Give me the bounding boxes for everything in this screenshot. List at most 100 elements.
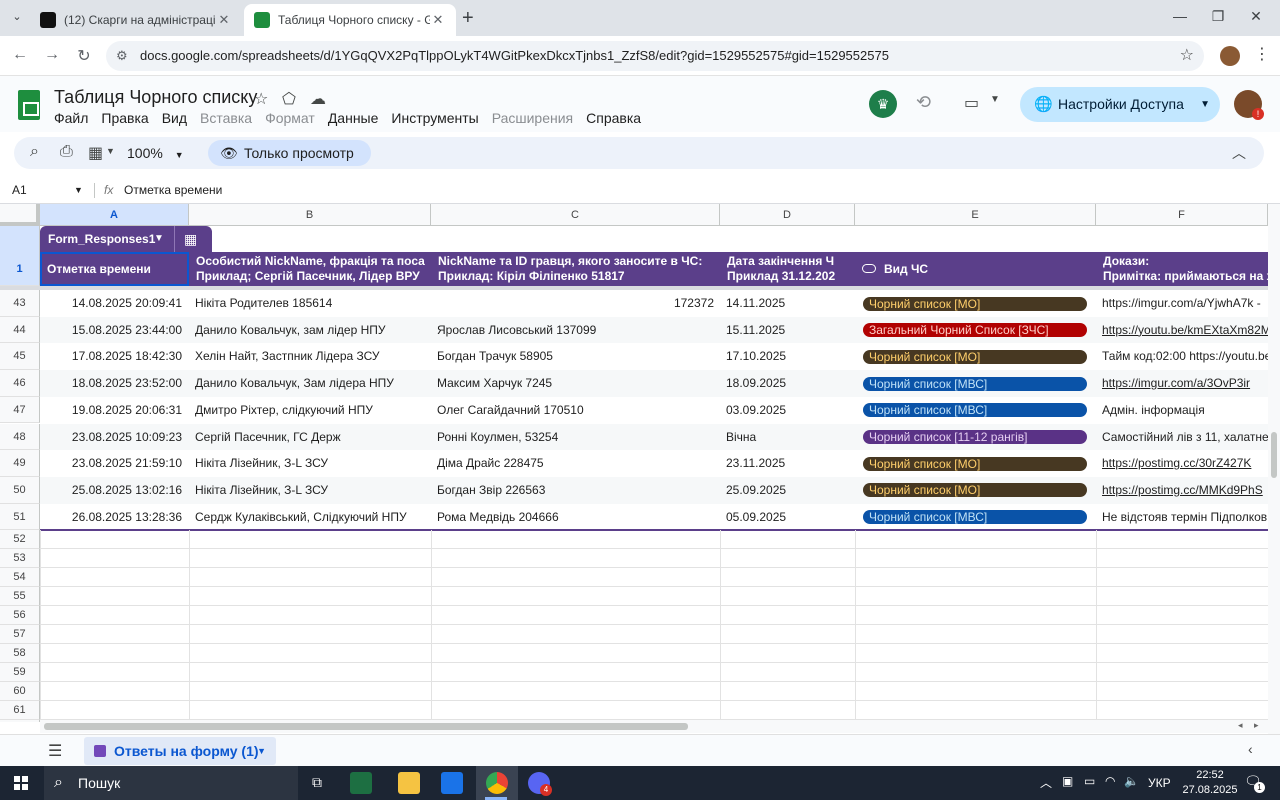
evidence-link[interactable]: https://imgur.com/a/3OvP3ir	[1096, 370, 1268, 397]
menu-data[interactable]: Данные	[328, 110, 379, 126]
header-timestamp[interactable]: Отметка времени	[40, 252, 189, 286]
menu-help[interactable]: Справка	[586, 110, 641, 126]
row-header[interactable]: 43	[0, 290, 40, 317]
chrome-icon[interactable]	[486, 772, 508, 794]
row-header[interactable]: 58	[0, 644, 40, 664]
cell-end-date[interactable]: 14.11.2025	[720, 290, 855, 317]
cell-timestamp[interactable]: 18.08.2025 23:52:00	[40, 370, 189, 397]
table-name-tab[interactable]: Form_Responses1 ▼ ▦	[40, 226, 212, 252]
evidence-link[interactable]: https://postimg.cc/30rZ427K	[1096, 450, 1268, 477]
cell-submitter[interactable]: Данило Ковальчук, Зам лідера НПУ	[189, 370, 431, 397]
column-header-b[interactable]: B	[189, 204, 431, 226]
cell-evidence[interactable]: Тайм код:02:00 https://youtu.be	[1096, 343, 1268, 370]
blacklist-type-chip[interactable]: Чорний список [МО]	[863, 483, 1087, 498]
cell-timestamp[interactable]: 17.08.2025 18:42:30	[40, 343, 189, 370]
cell-submitter[interactable]: Сердж Кулаківський, Слідкуючий НПУ	[189, 504, 431, 531]
row-header[interactable]: 44	[0, 316, 40, 344]
blacklist-type-chip[interactable]: Чорний список [11-12 рангів]	[863, 430, 1087, 444]
scroll-thumb[interactable]	[1271, 432, 1277, 478]
row-header[interactable]: 62	[0, 720, 40, 722]
cell-end-date[interactable]: Вічна	[720, 424, 855, 451]
menu-edit[interactable]: Правка	[101, 110, 148, 126]
scroll-right-arrow-icon[interactable]: ▸	[1254, 720, 1259, 731]
header-blacklist-type[interactable]: Вид ЧС	[855, 252, 1096, 286]
row-header[interactable]: 49	[0, 450, 40, 477]
name-box[interactable]: A1 ▼	[0, 178, 92, 203]
url-field[interactable]: ⚙ docs.google.com/spreadsheets/d/1YGqQVX…	[106, 41, 1204, 71]
formula-input[interactable]: Отметка времени	[124, 178, 1224, 203]
blacklist-type-chip[interactable]: Чорний список [МВС]	[863, 510, 1087, 525]
menu-file[interactable]: Файл	[54, 110, 88, 126]
tab-complaints[interactable]: (12) Скарги на адміністрацію | ✕	[30, 4, 242, 36]
scroll-left-arrow-icon[interactable]: ◂	[1238, 720, 1243, 731]
input-language[interactable]: УКР	[1148, 776, 1171, 790]
row-header[interactable]: 52	[0, 530, 40, 550]
crown-extension-icon[interactable]: ♛	[869, 90, 897, 118]
blacklist-type-chip[interactable]: Загальний Чорний Список [ЗЧС]	[863, 323, 1087, 338]
menu-view[interactable]: Вид	[162, 110, 187, 126]
cell-end-date[interactable]: 17.10.2025	[720, 343, 855, 370]
cell-target-id[interactable]: 172372	[431, 290, 720, 317]
restore-icon[interactable]: ❐	[1208, 8, 1228, 25]
cell-end-date[interactable]: 15.11.2025	[720, 317, 855, 344]
print-icon[interactable]: ⎙	[60, 143, 73, 161]
cell-submitter[interactable]: Нікіта Лізейник, З-L ЗСУ	[189, 477, 431, 504]
blacklist-type-chip[interactable]: Чорний список [МО]	[863, 349, 1087, 364]
document-title[interactable]: Таблиця Чорного списку	[54, 87, 257, 108]
evidence-link[interactable]: https://youtu.be/kmEXtaXm82M	[1096, 317, 1268, 344]
header-evidence[interactable]: Докази: Примітка: приймаються на хо	[1096, 252, 1268, 286]
cell-target[interactable]: Максим Харчук 7245	[431, 370, 720, 397]
tab-close-icon[interactable]: ✕	[430, 12, 446, 28]
column-header-e[interactable]: E	[855, 204, 1096, 226]
share-settings-button[interactable]: 🌐 Настройки Доступа ▼	[1020, 87, 1220, 122]
editor-icon[interactable]	[441, 772, 463, 794]
scroll-thumb[interactable]	[44, 723, 688, 730]
chevron-down-icon[interactable]: ▼	[106, 146, 115, 156]
tray-volume-icon[interactable]: 🔈	[1124, 774, 1139, 788]
blacklist-type-chip[interactable]: Чорний список [МО]	[863, 456, 1087, 471]
row-header[interactable]: 53	[0, 549, 40, 569]
meet-video-icon[interactable]: ▭	[964, 93, 979, 113]
explore-collapse-icon[interactable]: ‹	[1248, 741, 1253, 757]
zoom-select[interactable]: 100% ▼	[127, 145, 184, 161]
horizontal-scrollbar[interactable]: ◂ ▸	[40, 720, 1268, 733]
row-header[interactable]: 59	[0, 663, 40, 683]
minimize-icon[interactable]: —	[1170, 8, 1190, 24]
cell-evidence[interactable]: Не відстояв термін Підполков	[1096, 504, 1268, 531]
cell-timestamp[interactable]: 23.08.2025 10:09:23	[40, 424, 189, 451]
blacklist-type-chip[interactable]: Чорний список [МО]	[863, 296, 1087, 311]
row-header[interactable]: 55	[0, 587, 40, 607]
tray-battery-icon[interactable]: ▭	[1084, 774, 1095, 788]
column-header-a[interactable]: A	[40, 204, 189, 226]
move-to-folder-icon[interactable]: ⬠	[282, 89, 296, 109]
cell-submitter[interactable]: Дмитро Ріхтер, слідкуючий НПУ	[189, 397, 431, 424]
cell-timestamp[interactable]: 14.08.2025 20:09:41	[40, 290, 189, 317]
table-view-icon[interactable]: ▦	[184, 226, 197, 252]
cell-target[interactable]: Богдан Трачук 58905	[431, 343, 720, 370]
meet-dropdown-icon[interactable]: ▼	[990, 94, 1000, 105]
row-header[interactable]: 48	[0, 423, 40, 451]
vertical-scrollbar[interactable]	[1268, 204, 1280, 734]
row-header[interactable]: 51	[0, 503, 40, 531]
sheet-tab-form-responses[interactable]: Ответы на форму (1) ▼	[84, 737, 276, 765]
cell-end-date[interactable]: 05.09.2025	[720, 504, 855, 531]
cell-target[interactable]: Олег Сагайдачний 170510	[431, 397, 720, 424]
column-header-d[interactable]: D	[720, 204, 855, 226]
reload-icon[interactable]: ↻	[74, 46, 94, 66]
cell-end-date[interactable]: 18.09.2025	[720, 370, 855, 397]
file-explorer-icon[interactable]	[398, 772, 420, 794]
cell-evidence[interactable]: Адмін. інформація	[1096, 397, 1268, 424]
chevron-down-icon[interactable]: ▼	[154, 226, 164, 252]
cell-target[interactable]: Діма Драйс 228475	[431, 450, 720, 477]
row-header[interactable]: 50	[0, 476, 40, 504]
cell-target[interactable]: Ярослав Лисовський 137099	[431, 317, 720, 344]
row-header[interactable]: 54	[0, 568, 40, 588]
spreadsheet-grid[interactable]: A B C D E F Form_Responses1 ▼ ▦ 1 Отметк…	[0, 204, 1268, 722]
cell-evidence[interactable]: https://imgur.com/a/YjwhA7k -	[1096, 290, 1268, 317]
cell-target[interactable]: Рома Медвідь 204666	[431, 504, 720, 531]
cell-timestamp[interactable]: 23.08.2025 21:59:10	[40, 450, 189, 477]
tray-meet-icon[interactable]: ▣	[1062, 774, 1073, 788]
chevron-down-icon[interactable]: ▼	[257, 737, 266, 765]
cell-target[interactable]: Ронні Коулмен, 53254	[431, 424, 720, 451]
chevron-down-icon[interactable]: ▼	[1200, 87, 1210, 122]
